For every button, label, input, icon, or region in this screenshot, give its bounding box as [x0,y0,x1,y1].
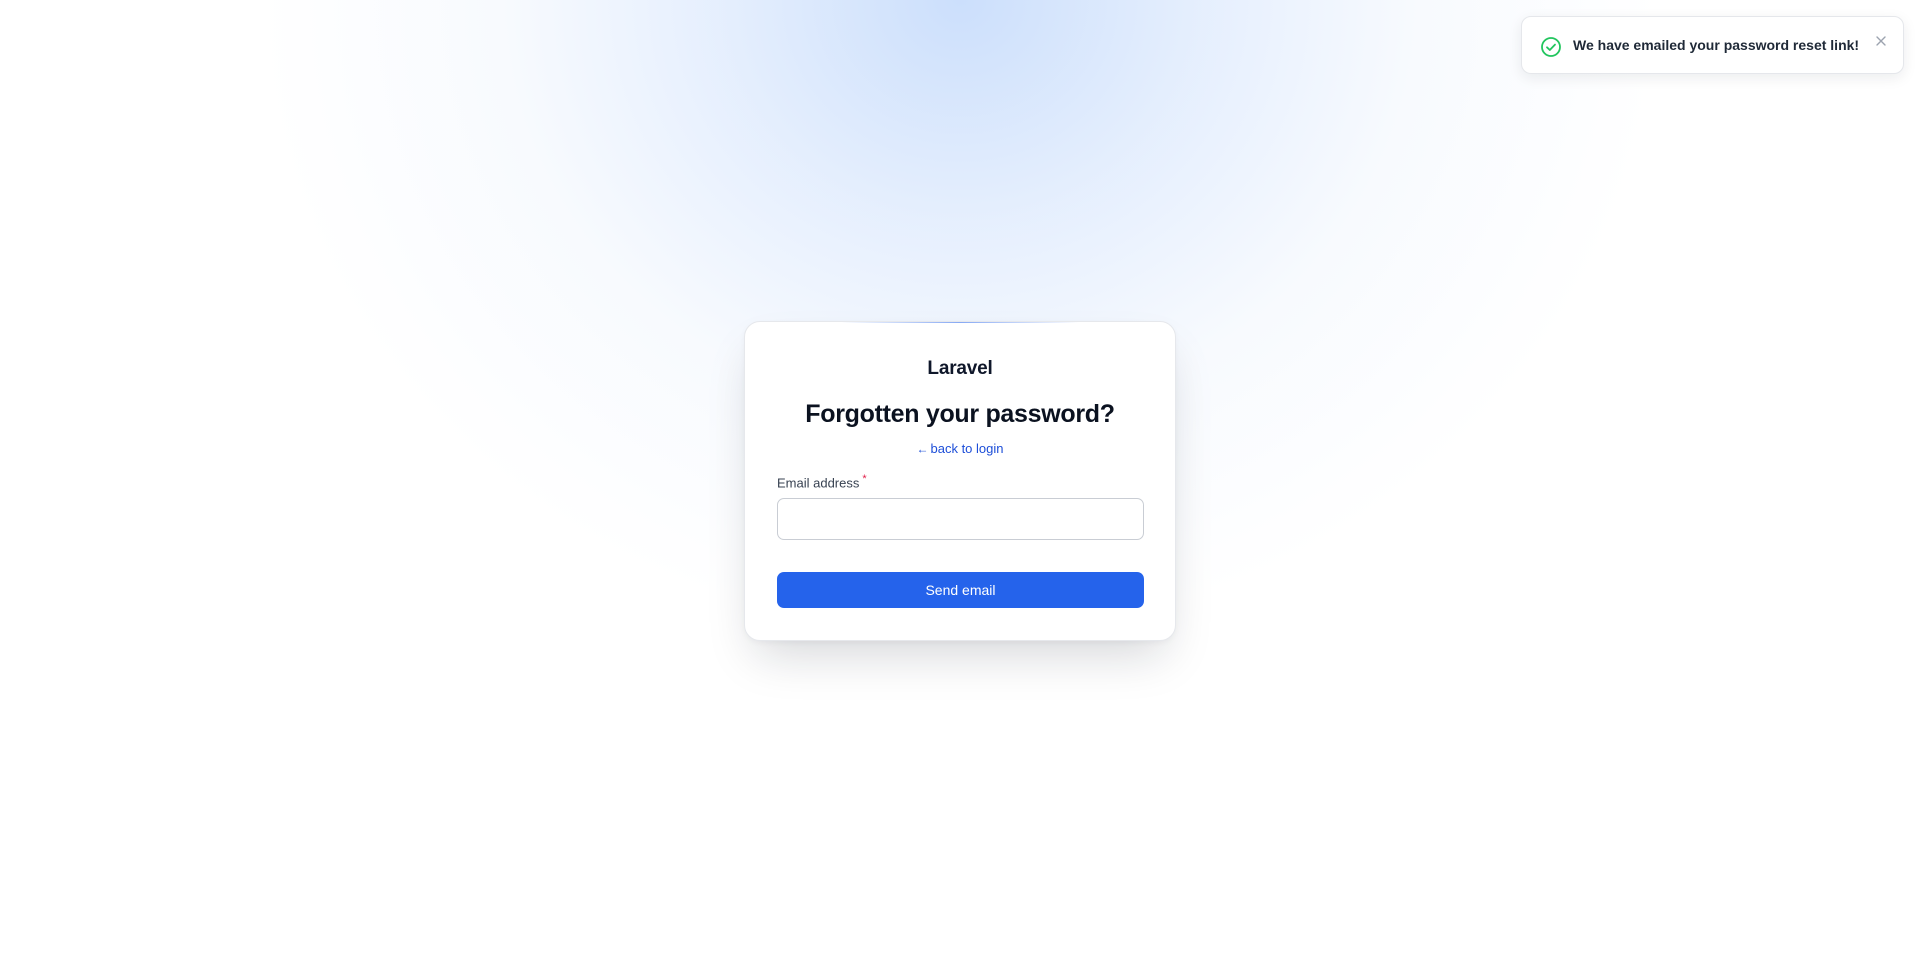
check-circle-icon [1540,36,1562,58]
toast-notification: We have emailed your password reset link… [1521,16,1904,74]
toast-message: We have emailed your password reset link… [1573,37,1860,53]
close-icon[interactable] [1873,33,1889,49]
send-email-button[interactable]: Send email [777,572,1144,608]
page-title: Forgotten your password? [805,400,1115,428]
brand-logo: Laravel [927,358,993,379]
back-to-login-link[interactable]: ← back to login [745,441,1175,456]
required-mark: * [862,473,867,485]
email-label: Email address * [777,473,867,490]
back-to-login-label: back to login [930,441,1004,456]
arrow-left-icon: ← [916,442,929,456]
card-accent-line [841,322,1079,323]
email-label-text: Email address [777,475,860,491]
email-field[interactable] [777,498,1144,540]
forgot-password-card: Laravel Forgotten your password? ← back t… [744,321,1176,641]
